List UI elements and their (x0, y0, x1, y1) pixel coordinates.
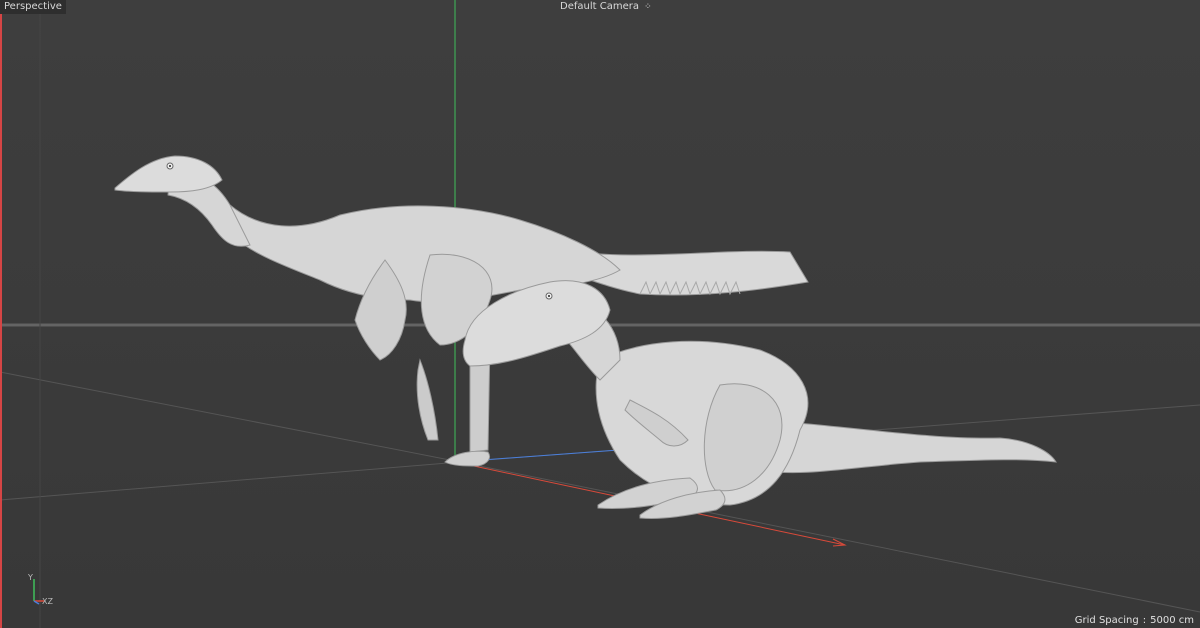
grid-spacing-value: 5000 cm (1150, 615, 1194, 626)
grid-spacing-separator: : (1142, 615, 1147, 626)
foot (444, 450, 491, 467)
grid-spacing-readout: Grid Spacing:5000 cm (1069, 614, 1200, 628)
grid-line (459, 461, 1200, 613)
grid-spacing-label: Grid Spacing (1074, 615, 1139, 626)
camera-selector[interactable]: Default Camera ⁘ (556, 0, 656, 14)
viewport-left-border (0, 0, 2, 628)
pupil (548, 295, 550, 297)
grid-line (0, 371, 461, 463)
gizmo-xz-label: XZ (42, 597, 53, 606)
gizmo-y-label: Y (28, 573, 33, 582)
camera-name: Default Camera (560, 1, 639, 12)
view-mode-label[interactable]: Perspective (0, 0, 66, 14)
grid-line (0, 461, 461, 501)
3d-viewport[interactable]: Perspective Default Camera ⁘ Y XZ Grid S… (0, 0, 1200, 628)
pupil (169, 165, 171, 167)
scene-canvas[interactable] (0, 0, 1200, 628)
axis-gizmo: Y XZ (28, 573, 58, 610)
head (114, 155, 223, 193)
camera-cycle-icon[interactable]: ⁘ (644, 1, 652, 13)
front-leg (416, 358, 439, 441)
